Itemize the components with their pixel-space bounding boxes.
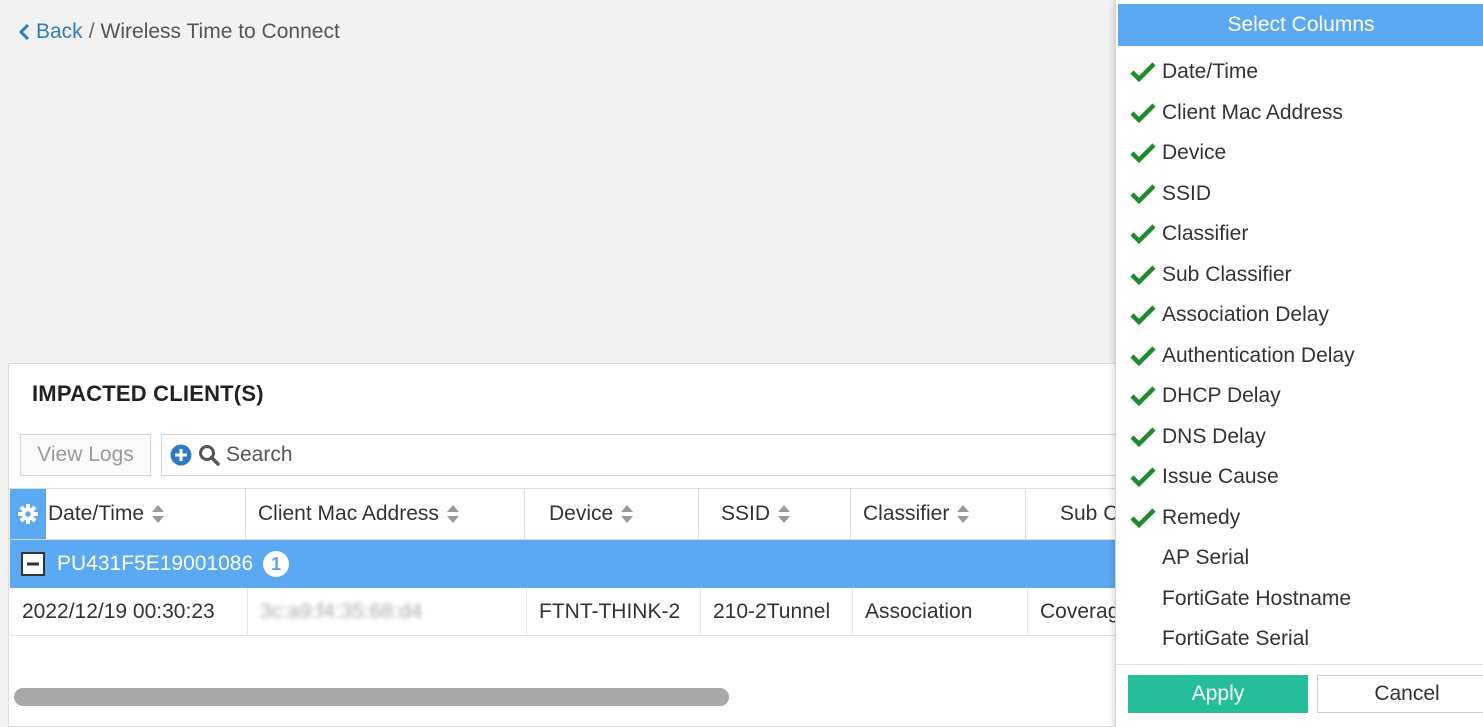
column-option[interactable]: Issue Cause [1116, 457, 1483, 498]
column-option[interactable]: Remedy [1116, 498, 1483, 539]
breadcrumb-separator: / [88, 20, 95, 43]
popup-footer: Apply Cancel [1116, 664, 1483, 727]
check-icon [1116, 345, 1162, 367]
cell-classifier: Association [853, 587, 1028, 636]
panel-title: IMPACTED CLIENT(S) [32, 381, 264, 406]
search-input[interactable] [226, 443, 1086, 467]
cell-date-time: 2022/12/19 00:30:23 [10, 587, 248, 636]
search-box [161, 434, 1151, 476]
column-settings-button[interactable] [10, 489, 46, 539]
view-logs-button[interactable]: View Logs [20, 434, 151, 476]
column-header-device[interactable]: Device [525, 489, 699, 539]
column-option[interactable]: AP Serial [1116, 538, 1483, 579]
column-option-label: FortiGate Hostname [1162, 586, 1352, 610]
column-option-label: DNS Delay [1162, 424, 1266, 448]
column-option[interactable]: DHCP Delay [1116, 376, 1483, 417]
cell-client-mac: 3c:a9:f4:35:68:d4 [248, 587, 527, 636]
sort-icon [621, 505, 634, 523]
column-option-label: DHCP Delay [1162, 384, 1281, 408]
sort-icon [446, 505, 459, 523]
column-option[interactable]: Association Delay [1116, 295, 1483, 336]
check-icon [1116, 183, 1162, 205]
apply-button[interactable]: Apply [1128, 675, 1308, 713]
back-label: Back [36, 20, 83, 43]
column-option[interactable]: SSID [1116, 174, 1483, 215]
column-option[interactable]: Client Mac Address [1116, 93, 1483, 134]
column-option-label: Client Mac Address [1162, 100, 1343, 124]
check-icon [1116, 264, 1162, 286]
search-icon [199, 445, 220, 466]
column-option-label: Association Delay [1162, 303, 1329, 327]
column-option-label: Sub Classifier [1162, 262, 1292, 286]
back-link[interactable]: Back [18, 20, 83, 44]
column-header-label: SSID [721, 502, 771, 525]
check-icon [1116, 223, 1162, 245]
column-option-label: FortiGate Serial [1162, 627, 1310, 651]
table-row[interactable]: 2022/12/19 00:30:23 3c:a9:f4:35:68:d4 FT… [10, 587, 1148, 636]
page-title: Wireless Time to Connect [100, 20, 340, 43]
column-option[interactable]: FortiGate Hostname [1116, 579, 1483, 620]
column-option-label: Device [1162, 141, 1227, 165]
count-badge: 1 [263, 551, 290, 577]
cell-ssid: 210-2Tunnel [701, 587, 853, 636]
plus-circle-icon[interactable] [170, 444, 192, 466]
column-option[interactable]: Date/Time [1116, 52, 1483, 93]
column-header-label: Classifier [863, 502, 950, 525]
column-option-label: Classifier [1162, 222, 1249, 246]
column-option[interactable]: DNS Delay [1116, 417, 1483, 458]
check-icon [1116, 304, 1162, 326]
column-list: Date/Time Client Mac Address Device SSID Cla… [1116, 52, 1483, 660]
column-option-label: AP Serial [1162, 546, 1250, 570]
check-icon [1116, 61, 1162, 83]
check-icon [1116, 507, 1162, 529]
sort-icon [152, 505, 165, 523]
client-mac-value: 3c:a9:f4:35:68:d4 [260, 599, 423, 623]
column-header-label: Date/Time [48, 502, 145, 525]
column-header-classifier[interactable]: Classifier [851, 489, 1026, 539]
minus-square-icon[interactable] [21, 552, 45, 576]
column-option-label: Remedy [1162, 505, 1241, 529]
column-option[interactable]: Classifier [1116, 214, 1483, 255]
column-option-label: Date/Time [1162, 60, 1259, 84]
cancel-button[interactable]: Cancel [1317, 675, 1483, 713]
column-option-label: SSID [1162, 181, 1212, 205]
check-icon [1116, 466, 1162, 488]
cell-device: FTNT-THINK-2 [527, 587, 701, 636]
chevron-left-icon [18, 23, 30, 41]
popup-title: Select Columns [1118, 4, 1483, 46]
column-header-label: Device [549, 502, 614, 525]
column-header-ssid[interactable]: SSID [699, 489, 851, 539]
check-icon [1116, 385, 1162, 407]
gear-icon [18, 504, 38, 524]
column-header-label: Client Mac Address [258, 502, 439, 525]
breadcrumb: Back / Wireless Time to Connect [18, 18, 340, 46]
check-icon [1116, 426, 1162, 448]
column-header-label: Sub C [1060, 502, 1119, 525]
horizontal-scrollbar[interactable] [14, 688, 729, 706]
column-option[interactable]: FortiGate Serial [1116, 619, 1483, 660]
select-columns-popup: Select Columns Date/Time Client Mac Addre… [1115, 0, 1483, 727]
impacted-clients-panel: IMPACTED CLIENT(S) View Logs Search Date… [8, 363, 1151, 727]
table-header: Date/Time Client Mac Address Device SSID… [10, 488, 1148, 540]
sort-icon [778, 505, 791, 523]
column-option[interactable]: Device [1116, 133, 1483, 174]
column-option-label: Issue Cause [1162, 465, 1279, 489]
group-label: PU431F5E19001086 [57, 552, 254, 575]
check-icon [1116, 102, 1162, 124]
column-option[interactable]: Authentication Delay [1116, 336, 1483, 377]
column-option[interactable]: Sub Classifier [1116, 255, 1483, 296]
column-header-date-time[interactable]: Date/Time [46, 489, 246, 539]
column-option-label: Authentication Delay [1162, 343, 1355, 367]
toolbar: View Logs [20, 434, 1151, 476]
column-header-client-mac[interactable]: Client Mac Address [246, 489, 525, 539]
group-row[interactable]: PU431F5E19001086 1 [10, 540, 1148, 588]
check-icon [1116, 142, 1162, 164]
sort-icon [957, 505, 970, 523]
